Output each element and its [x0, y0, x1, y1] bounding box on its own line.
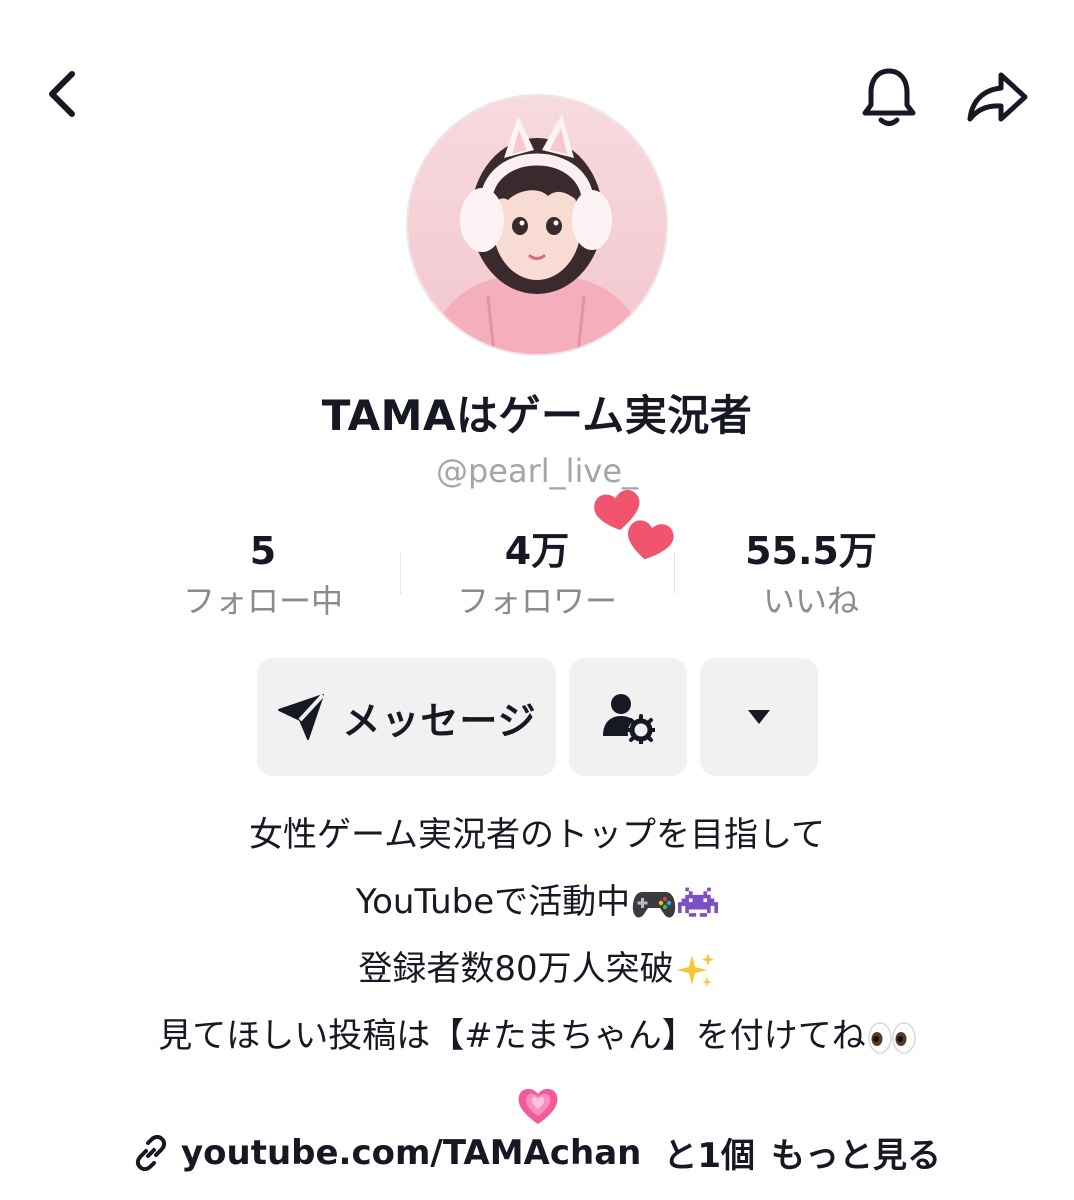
profile-bio: 女性ゲーム実況者のトップを目指して YouTubeで活動中 登録者数80万人突破…: [0, 802, 1074, 1137]
profile-link-url[interactable]: youtube.com/TAMAchan: [181, 1133, 641, 1173]
message-button-label: メッセージ: [342, 698, 537, 743]
back-button[interactable]: [30, 62, 94, 126]
message-button[interactable]: メッセージ: [257, 658, 556, 776]
bio-line: 登録者数80万人突破: [0, 936, 1074, 1003]
send-icon: [278, 693, 325, 740]
see-more-link[interactable]: もっと見る: [771, 1128, 941, 1177]
share-button[interactable]: [962, 62, 1032, 132]
bio-line: 見てほしい投稿は【#たまちゃん】を付けてね: [0, 1003, 1074, 1070]
share-arrow-icon: [967, 72, 1028, 122]
avatar[interactable]: [408, 96, 666, 354]
stat-followers[interactable]: 4万 フォロワー: [400, 526, 674, 624]
likes-label: いいね: [762, 582, 859, 620]
display-name: TAMAはゲーム実況者: [321, 391, 753, 440]
profile-link-row: youtube.com/TAMAchan と1個 もっと見る: [0, 1128, 1074, 1177]
profile-stats: 5 フォロー中 4万 フォロワー 55.5万 いいね: [126, 526, 948, 622]
avatar-image: [408, 96, 666, 354]
bio-line: 女性ゲーム実況者のトップを目指して: [249, 815, 825, 855]
more-options-button[interactable]: [700, 658, 818, 776]
bell-icon: [862, 68, 916, 126]
chevron-left-icon: [49, 71, 75, 117]
friend-settings-button[interactable]: [569, 658, 687, 776]
bio-line: [0, 1070, 1074, 1137]
following-label: フォロー中: [182, 582, 343, 620]
game-controller-icon: [632, 891, 676, 917]
followers-count: 4万: [504, 529, 570, 573]
space-invader-icon: [678, 887, 719, 917]
link-icon: [133, 1134, 169, 1171]
username-handle: @pearl_live_: [435, 452, 639, 490]
caret-down-icon: [748, 710, 770, 724]
likes-count: 55.5万: [745, 529, 877, 573]
profile-link-extra: と1個: [663, 1136, 756, 1176]
followers-label: フォロワー: [456, 582, 617, 620]
bio-line: YouTubeで活動中: [0, 869, 1074, 936]
growing-heart-icon: [518, 1088, 558, 1124]
user-settings-icon: [603, 694, 655, 744]
stat-likes[interactable]: 55.5万 いいね: [674, 526, 948, 624]
sparkles-icon: [676, 952, 714, 987]
notification-bell-button[interactable]: [854, 62, 924, 132]
stat-following[interactable]: 5 フォロー中: [126, 526, 400, 624]
following-count: 5: [249, 529, 277, 573]
eyes-icon: [867, 1021, 916, 1054]
